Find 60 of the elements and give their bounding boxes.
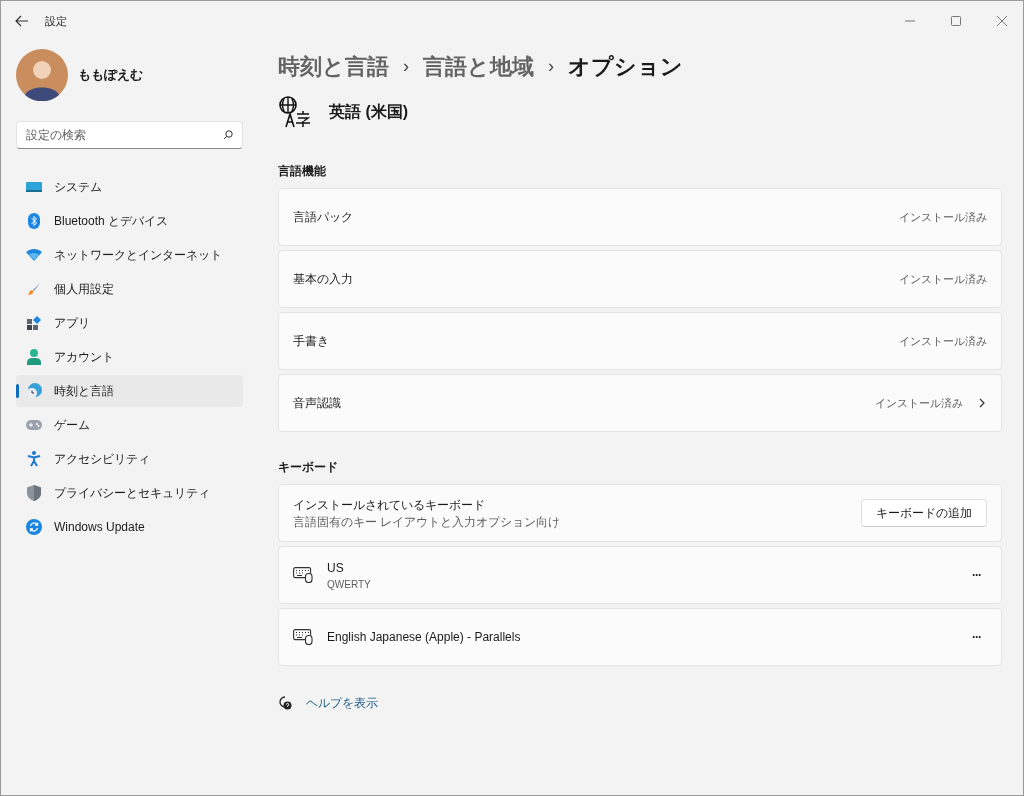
install-status: インストール済み bbox=[899, 209, 987, 225]
nav-item[interactable]: システム bbox=[16, 171, 243, 203]
maximize-icon[interactable] bbox=[951, 16, 961, 26]
nav-item[interactable]: アプリ bbox=[16, 307, 243, 339]
keyboard-layout: QWERTY bbox=[327, 577, 372, 592]
nav-item[interactable]: Bluetooth とデバイス bbox=[16, 205, 243, 237]
nav-item[interactable]: 時刻と言語 bbox=[16, 375, 243, 407]
feature-row[interactable]: 音声認識 インストール済み bbox=[278, 374, 1002, 432]
chevron-icon bbox=[979, 398, 985, 408]
nav-item[interactable]: ネットワークとインターネット bbox=[16, 239, 243, 271]
feature-name: 言語パック bbox=[293, 209, 354, 226]
install-status: インストール済み bbox=[899, 271, 987, 287]
breadcrumb-item[interactable]: 時刻と言語 bbox=[278, 49, 389, 83]
accessibility-icon bbox=[27, 451, 41, 467]
help-icon bbox=[278, 696, 292, 710]
install-status: インストール済み bbox=[899, 333, 987, 349]
add-keyboard-button[interactable]: キーボードの追加 bbox=[861, 499, 987, 527]
breadcrumb-separator: › bbox=[403, 54, 409, 78]
apps-icon bbox=[27, 316, 41, 330]
close-icon[interactable] bbox=[997, 16, 1007, 26]
bluetooth-icon bbox=[28, 213, 40, 229]
keyboard-icon bbox=[293, 629, 313, 645]
update-icon bbox=[26, 519, 42, 535]
feature-name: 音声認識 bbox=[293, 395, 342, 412]
feature-name: 手書き bbox=[293, 333, 330, 350]
shield-icon bbox=[27, 485, 41, 501]
breadcrumb-item: オプション bbox=[568, 52, 683, 81]
section-heading: キーボード bbox=[278, 459, 339, 476]
search-field[interactable]: 設定の検索 bbox=[16, 121, 243, 149]
nav-item[interactable]: アカウント bbox=[16, 341, 243, 373]
card-subtitle: 言語固有のキー レイアウトと入力オプション向け bbox=[293, 514, 562, 530]
breadcrumb-separator: › bbox=[548, 54, 554, 78]
nav-item[interactable]: アクセシビリティ bbox=[16, 443, 243, 475]
more-button[interactable]: ··· bbox=[972, 566, 981, 584]
feature-name: 基本の入力 bbox=[293, 271, 354, 288]
keyboard-name: US bbox=[327, 559, 345, 577]
gamepad-icon bbox=[26, 420, 42, 430]
install-status: インストール済み bbox=[875, 395, 963, 411]
search-icon[interactable] bbox=[223, 130, 233, 140]
user-name: ももぽえむ bbox=[78, 66, 143, 85]
nav-item[interactable]: プライバシーとセキュリティ bbox=[16, 477, 243, 509]
avatar bbox=[16, 49, 68, 101]
wifi-icon bbox=[26, 249, 42, 261]
more-button[interactable]: ··· bbox=[972, 628, 981, 646]
language-name: 英語 (米国) bbox=[329, 101, 409, 122]
nav-item[interactable]: ゲーム bbox=[16, 409, 243, 441]
card-title: インストールされているキーボード bbox=[293, 497, 486, 514]
globe-clock-icon bbox=[26, 383, 42, 399]
nav-item[interactable]: Windows Update bbox=[16, 511, 243, 543]
keyboard-icon bbox=[293, 567, 313, 583]
nav-item[interactable]: 個人用設定 bbox=[16, 273, 243, 305]
help-link[interactable]: ヘルプを表示 bbox=[306, 694, 378, 712]
section-heading: 言語機能 bbox=[278, 163, 327, 180]
monitor-icon bbox=[26, 181, 42, 193]
person-icon bbox=[27, 349, 41, 365]
keyboard-name: English Japanese (Apple) - Parallels bbox=[327, 629, 522, 646]
breadcrumb-item[interactable]: 言語と地域 bbox=[423, 49, 534, 83]
language-icon bbox=[278, 95, 311, 128]
back-icon[interactable] bbox=[15, 15, 29, 27]
window-title: 設定 bbox=[45, 13, 67, 29]
